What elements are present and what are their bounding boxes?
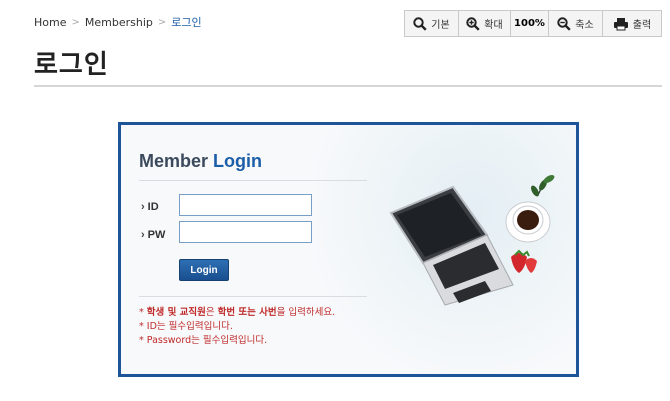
breadcrumb-home[interactable]: Home (34, 16, 66, 29)
coffee-cup (505, 201, 551, 243)
notice-text: 은 (205, 307, 218, 318)
print-button[interactable]: 출력 (603, 11, 661, 36)
breadcrumb-membership[interactable]: Membership (85, 16, 153, 29)
chevron-right-icon: › (141, 201, 145, 213)
pw-label: › PW (141, 229, 165, 241)
zoom-out-label: 축소 (575, 20, 594, 31)
search-icon (413, 16, 427, 31)
printer-icon (613, 17, 628, 30)
notice-emphasis-1: 학생 및 교직원 (146, 307, 206, 318)
leaf-decoration (531, 175, 555, 197)
pw-label-text: PW (147, 229, 166, 241)
print-label: 출력 (632, 20, 652, 31)
id-input[interactable] (179, 194, 312, 216)
login-button[interactable]: Login (179, 259, 229, 281)
breadcrumb-separator: > (157, 16, 167, 28)
notice-text: 을 입력하세요. (276, 307, 336, 318)
notice-line-2: * ID는 필수입력입니다. (139, 321, 233, 332)
zoom-level: 100% (511, 11, 549, 36)
login-notice: * 학생 및 교직원은 학번 또는 사번을 입력하세요. * ID는 필수입력입… (139, 306, 335, 348)
zoom-in-button[interactable]: 확대 (459, 11, 511, 36)
breadcrumb: Home > Membership > 로그인 (34, 14, 202, 30)
breadcrumb-separator: > (71, 16, 80, 28)
notice-bullet: * (139, 307, 147, 318)
notice-divider (139, 296, 367, 297)
title-login: Login (213, 151, 263, 171)
id-label-text: ID (147, 201, 159, 213)
zoom-in-icon (466, 16, 480, 31)
page-title: 로그인 (34, 50, 109, 80)
chevron-right-icon: › (141, 229, 145, 241)
reset-zoom-button[interactable]: 기본 (405, 11, 459, 36)
reset-zoom-label: 기본 (431, 20, 450, 31)
zoom-out-button[interactable]: 축소 (549, 11, 603, 36)
strawberry (511, 249, 537, 273)
notice-line-3: * Password는 필수입력입니다. (139, 335, 268, 346)
notice-line-1: * 학생 및 교직원은 학번 또는 사번을 입력하세요. (139, 306, 335, 320)
password-input[interactable] (179, 221, 312, 243)
title-underline (139, 180, 367, 181)
notice-emphasis-2: 학번 또는 사번 (217, 307, 277, 318)
title-divider (34, 85, 662, 87)
zoom-in-label: 확대 (484, 20, 503, 31)
breadcrumb-current: 로그인 (171, 16, 202, 29)
login-panel: Member Login › ID › PW Login * 학생 및 교직원은 학… (118, 122, 579, 377)
laptop-illustration (389, 175, 555, 306)
login-panel-title: Member Login (139, 151, 262, 172)
id-label: › ID (141, 201, 159, 213)
title-member: Member (139, 151, 209, 171)
zoom-out-icon (557, 16, 571, 31)
view-toolbar: 기본 확대 100% 축소 출력 (404, 10, 662, 37)
